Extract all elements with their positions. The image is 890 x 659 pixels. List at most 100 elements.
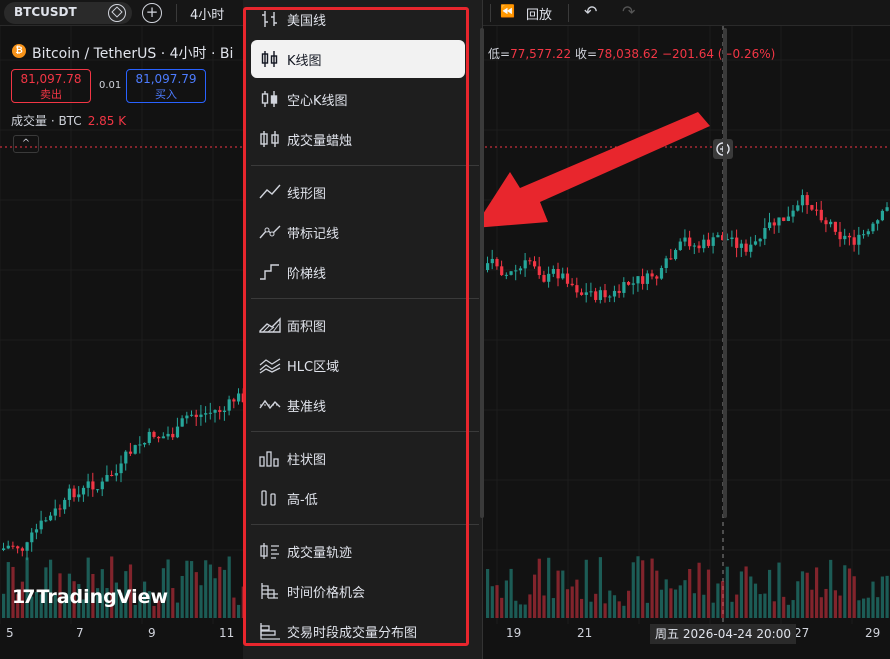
candle xyxy=(34,529,39,533)
candle xyxy=(631,283,635,285)
candle xyxy=(838,231,842,240)
menu-item-volume-footprint[interactable]: 成交量轨迹 xyxy=(251,532,465,570)
sell-button[interactable]: 81,097.78 卖出 xyxy=(11,69,91,103)
volume-bar xyxy=(622,605,626,618)
menu-item-high-low[interactable]: 高-低 xyxy=(251,479,465,517)
candle xyxy=(636,276,640,284)
volume-bar xyxy=(547,557,551,618)
candle xyxy=(39,520,43,530)
candle xyxy=(608,296,612,298)
volume-bar xyxy=(528,594,532,618)
menu-item-columns[interactable]: 柱状图 xyxy=(251,439,465,477)
candle xyxy=(486,263,490,270)
menu-item-hlc-area[interactable]: HLC区域 xyxy=(251,346,465,384)
interval-button[interactable]: 4小时 xyxy=(190,4,224,23)
candle xyxy=(791,210,795,217)
undo-icon[interactable]: ↶ xyxy=(584,2,597,21)
menu-item-line-markers[interactable]: 带标记线 xyxy=(251,213,465,251)
candle xyxy=(175,426,180,438)
collapse-legend-button[interactable]: ^ xyxy=(13,135,39,153)
volume-bar xyxy=(523,604,527,618)
candle xyxy=(185,415,189,419)
candle xyxy=(570,283,574,286)
menu-item-session-volume-profile[interactable]: 交易时段成交量分布图 xyxy=(251,612,465,650)
add-symbol-button[interactable]: + xyxy=(142,3,162,23)
volume-bar xyxy=(514,600,518,618)
candle xyxy=(730,237,734,240)
candle xyxy=(697,245,701,249)
volume-bar xyxy=(185,560,189,618)
candle xyxy=(561,273,565,279)
buy-button[interactable]: 81,097.79 买入 xyxy=(126,69,206,103)
menu-item-label: 阶梯线 xyxy=(287,267,327,282)
volume-bar xyxy=(833,590,837,618)
menu-item-area[interactable]: 面积图 xyxy=(251,306,465,344)
volume-bar xyxy=(838,595,842,618)
volume-bar xyxy=(594,593,598,618)
menu-item-tpo[interactable]: 时间价格机会 xyxy=(251,572,465,610)
volume-bar xyxy=(824,588,828,618)
candle xyxy=(227,399,231,411)
candle xyxy=(674,249,678,260)
candle xyxy=(157,436,161,439)
redo-icon[interactable]: ↷ xyxy=(622,2,635,21)
volume-bar xyxy=(664,579,668,618)
candle xyxy=(796,205,800,211)
candle xyxy=(514,270,518,272)
menu-item-line[interactable]: 线形图 xyxy=(251,173,465,211)
candle xyxy=(237,393,241,402)
menu-item-candles[interactable]: K线图 xyxy=(251,40,465,78)
toolbar-divider xyxy=(176,4,177,22)
candle xyxy=(815,209,819,211)
candle xyxy=(208,412,212,414)
candle xyxy=(556,268,560,279)
volume-bar xyxy=(885,575,889,618)
candle xyxy=(739,243,743,248)
menu-item-hollow-candles[interactable]: 空心K线图 xyxy=(251,80,465,118)
candle xyxy=(504,274,508,276)
volume-bar xyxy=(876,597,880,618)
volume-bar xyxy=(204,560,208,618)
symbol-diamond-icon xyxy=(108,4,126,22)
candle xyxy=(152,431,156,437)
candle xyxy=(11,545,15,547)
candle xyxy=(542,275,546,282)
candle xyxy=(650,273,654,277)
volume-bar xyxy=(674,589,678,618)
symbol-search-button[interactable]: BTCUSDT xyxy=(4,2,132,24)
candle xyxy=(190,414,194,416)
volume-bar xyxy=(772,601,776,618)
replay-button[interactable]: 回放 xyxy=(526,4,552,23)
candle xyxy=(523,260,527,269)
candle xyxy=(533,261,537,267)
candle xyxy=(763,228,767,239)
menu-scrollbar[interactable] xyxy=(723,28,727,518)
volume-bar xyxy=(190,561,194,618)
toolbar-divider xyxy=(568,4,569,22)
menu-item-baseline[interactable]: 基准线 xyxy=(251,386,465,424)
candle xyxy=(871,223,875,232)
volume-bar xyxy=(641,560,645,618)
volume-bar xyxy=(575,579,579,618)
volume-legend[interactable]: 成交量 · BTC 2.85 K xyxy=(11,112,126,129)
candle xyxy=(204,413,208,415)
volume-bar xyxy=(721,581,725,618)
candle xyxy=(166,433,170,437)
candle xyxy=(6,545,10,549)
candle xyxy=(2,548,6,550)
close-value: 78,038.62 xyxy=(597,47,659,61)
volume-bar xyxy=(551,598,555,618)
symbol-title[interactable]: Bitcoin / TetherUS · 4小时 · Bi xyxy=(32,43,233,63)
volume-bar xyxy=(213,578,217,618)
volume-candles-icon xyxy=(260,131,279,147)
volume-bar xyxy=(800,571,805,618)
menu-scrollbar-thumb[interactable] xyxy=(480,28,484,518)
menu-item-volume-candles[interactable]: 成交量蜡烛 xyxy=(251,120,465,158)
volume-bar xyxy=(627,590,631,618)
candle xyxy=(744,243,748,252)
menu-item-step-line[interactable]: 阶梯线 xyxy=(251,253,465,291)
replay-icon[interactable]: ⏪ xyxy=(500,4,515,18)
menu-item-bars[interactable]: 美国线 xyxy=(251,0,465,38)
volume-bar xyxy=(218,566,222,618)
tradingview-logo[interactable]: 17 TradingView xyxy=(12,586,168,608)
